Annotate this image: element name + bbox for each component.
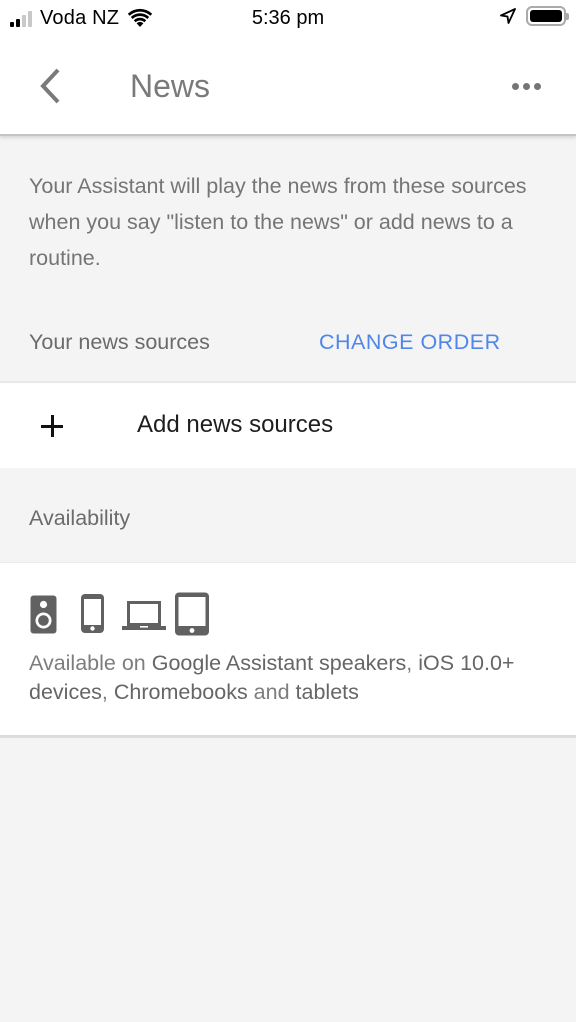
news-sources-label: Your news sources — [29, 330, 210, 354]
location-arrow-icon — [500, 8, 516, 24]
intro-description: Your Assistant will play the news from t… — [29, 174, 527, 270]
status-bar: Voda NZ 5:36 pm — [0, 0, 576, 36]
add-news-sources-button[interactable]: Add news sources — [0, 381, 576, 468]
availability-text-part: and — [247, 680, 296, 704]
availability-description: Available on Google Assistant speakers, … — [29, 649, 559, 707]
more-options-button[interactable] — [506, 72, 546, 100]
app-bar: News — [0, 36, 576, 136]
availability-text-part: Available on — [29, 651, 152, 675]
availability-label: Availability — [29, 506, 131, 530]
back-button[interactable] — [30, 64, 70, 108]
availability-card: Available on Google Assistant speakers, … — [0, 562, 576, 738]
speaker-icon — [30, 595, 57, 634]
phone-icon — [81, 594, 104, 633]
laptop-icon — [122, 601, 166, 630]
more-horizontal-icon — [511, 82, 519, 90]
status-right — [500, 6, 569, 26]
availability-header: Availability — [0, 468, 576, 562]
battery-fill — [530, 10, 562, 22]
availability-device-name: Chromebooks — [113, 680, 248, 704]
news-settings-screen: Voda NZ 5:36 pm News Your Assistant will… — [0, 0, 576, 1022]
status-time: 5:36 pm — [251, 7, 325, 29]
availability-device-name: tablets — [295, 680, 359, 704]
availability-device-name: Google Assistant speakers — [151, 651, 407, 675]
battery-icon — [526, 6, 569, 26]
add-news-sources-label: Add news sources — [137, 411, 334, 438]
change-order-button[interactable]: CHANGE ORDER — [319, 330, 501, 355]
plus-icon — [40, 414, 64, 438]
availability-text-part: , — [406, 651, 419, 675]
availability-text-part: , — [101, 680, 114, 704]
device-icons — [30, 592, 210, 636]
chevron-left-icon — [40, 68, 60, 104]
news-sources-header: Your news sources CHANGE ORDER — [0, 322, 576, 366]
page-title: News — [130, 68, 211, 104]
tablet-icon — [175, 592, 209, 636]
